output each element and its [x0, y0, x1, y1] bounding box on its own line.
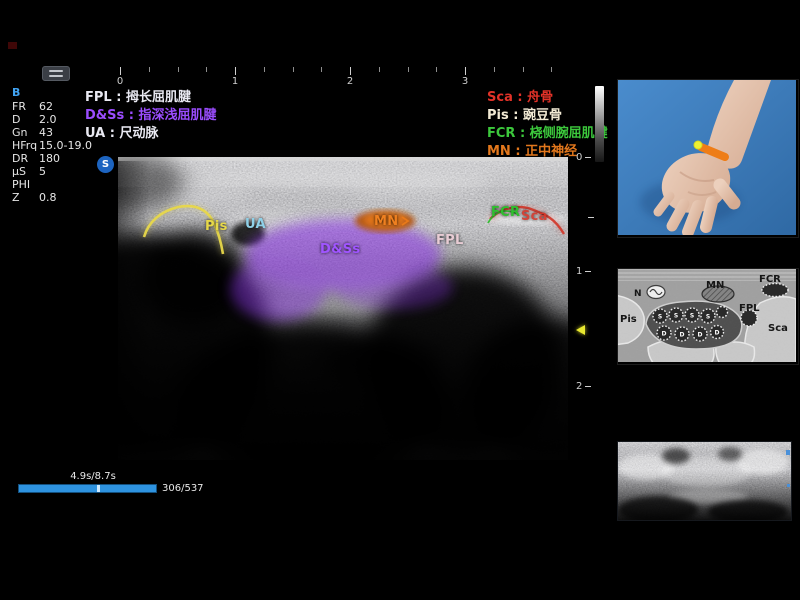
svg-text:Sca: Sca	[768, 323, 788, 334]
scan-label-dss: D&Ss	[320, 242, 360, 257]
grayscale-bar	[595, 86, 604, 162]
legend-item-sca: Sca : 舟骨	[487, 89, 608, 107]
scan-label-mn: MN	[374, 214, 398, 229]
depth-mark-1: 1	[576, 267, 591, 277]
ruler-label: 3	[460, 76, 470, 87]
legend-item-fcr: FCR : 桡侧腕屈肌腱	[487, 125, 608, 143]
probe-position-photo[interactable]	[617, 79, 799, 238]
scan-label-fpl: FPL	[436, 233, 464, 248]
scan-label-sca: Sca	[521, 209, 548, 224]
legend-left: FPL : 拇长屈肌腱 D&Ss : 指深浅屈肌腱 UA : 尺动脉	[85, 89, 216, 143]
svg-text:MN: MN	[706, 280, 724, 291]
cine-frame-counter: 306/537	[162, 483, 204, 494]
svg-text:N: N	[634, 289, 642, 299]
focus-marker	[576, 325, 585, 335]
scan-label-ua: UA	[245, 217, 266, 232]
cine-progress-cursor[interactable]	[97, 485, 100, 492]
legend-item-pis: Pis : 豌豆骨	[487, 107, 608, 125]
scan-label-pis: Pis	[205, 219, 228, 234]
scan-label-fcr: FCR	[491, 205, 520, 220]
reference-ultrasound-thumbnail[interactable]	[617, 441, 792, 521]
legend-right: Sca : 舟骨 Pis : 豌豆骨 FCR : 桡侧腕屈肌腱 MN : 正中神…	[487, 89, 608, 161]
probe-orientation-marker: S	[97, 156, 114, 173]
depth-mark-0: 0	[576, 153, 591, 163]
ultrasound-render	[118, 157, 568, 460]
legend-item-dss: D&Ss : 指深浅屈肌腱	[85, 107, 216, 125]
legend-item-fpl: FPL : 拇长屈肌腱	[85, 89, 216, 107]
cine-progress-bar[interactable]	[18, 484, 157, 493]
top-ruler: 0 1 2 3	[120, 67, 572, 85]
record-indicator	[8, 42, 17, 49]
menu-button[interactable]	[42, 66, 70, 81]
depth-mark-minor	[585, 213, 594, 223]
depth-mark-2: 2	[576, 382, 591, 392]
cine-time-label: 4.9s/8.7s	[48, 471, 138, 482]
probe-orientation-dot	[694, 141, 702, 149]
ruler-label: 2	[345, 76, 355, 87]
ruler-label: 1	[230, 76, 240, 87]
ultrasound-screen: B FR62 D2.0 Gn43 HFrq15.0-19.0 DR180 µS5…	[0, 0, 800, 600]
ruler-label: 0	[115, 76, 125, 87]
legend-item-ua: UA : 尺动脉	[85, 125, 216, 143]
svg-text:Pis: Pis	[620, 314, 637, 325]
param-row: PHI	[12, 178, 116, 191]
anatomy-diagram[interactable]: SS SS DD DD N MN FCR Pis FPL Sca	[617, 268, 799, 365]
ultrasound-image[interactable]: Pis UA D&Ss MN FPL FCR Sca	[118, 157, 568, 460]
param-row: Z0.8	[12, 191, 116, 204]
menu-icon	[49, 70, 63, 72]
svg-text:FCR: FCR	[759, 274, 781, 285]
svg-text:FPL: FPL	[739, 303, 760, 314]
